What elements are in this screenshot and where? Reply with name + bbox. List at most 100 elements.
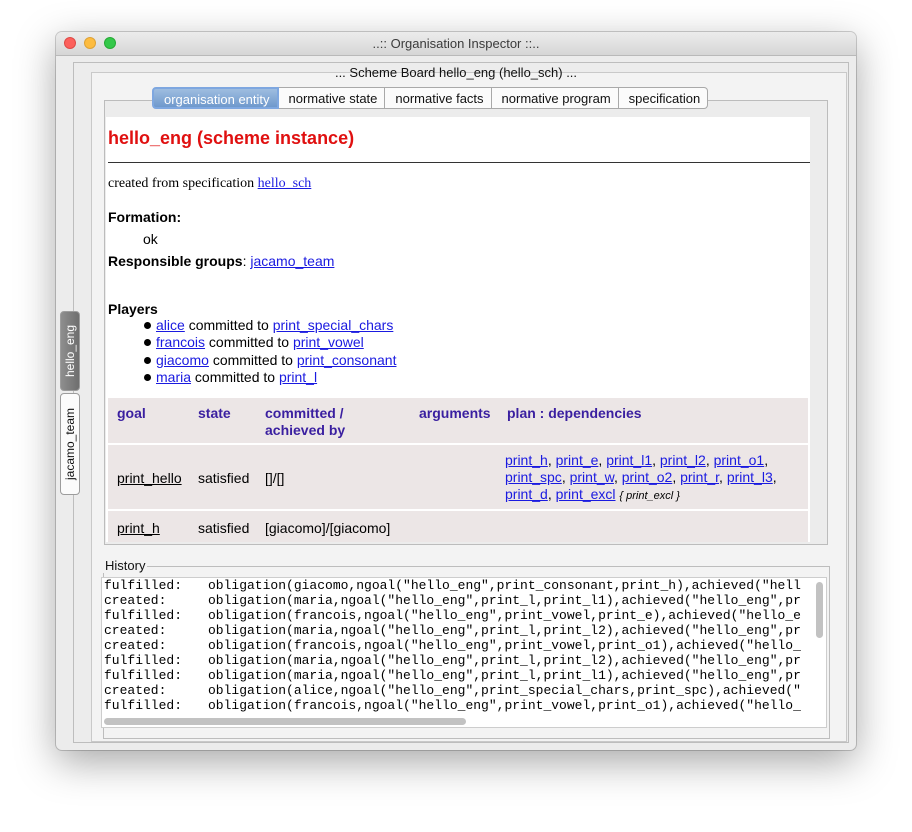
dep-link[interactable]: print_spc	[505, 469, 562, 485]
player-goal-link[interactable]: print_special_chars	[273, 317, 394, 333]
responsible-groups-line: Responsible groups: jacamo_team	[108, 253, 334, 269]
scrollbar-thumb[interactable]	[104, 718, 466, 725]
inspector-window: ..:: Organisation Inspector ::.. hello_e…	[56, 32, 856, 750]
player-goal-link[interactable]: print_l	[279, 369, 317, 385]
tab-specification[interactable]: specification	[618, 87, 709, 109]
history-horizontal-scrollbar[interactable]	[102, 715, 814, 727]
responsible-groups-sep: :	[242, 253, 247, 269]
history-vertical-scrollbar[interactable]	[816, 580, 824, 713]
history-label: History	[103, 558, 148, 573]
dep-link[interactable]: print_excl	[556, 486, 616, 502]
scrollbar-thumb[interactable]	[816, 582, 823, 638]
player-agent-link[interactable]: francois	[156, 334, 205, 350]
list-item: francois committed to print_vowel	[144, 334, 396, 351]
player-goal-link[interactable]: print_consonant	[297, 352, 397, 368]
history-entry-text: obligation(maria,ngoal("hello_eng",print…	[208, 668, 801, 683]
goal-state: satisfied	[198, 470, 250, 486]
history-entry: fulfilled: obligation(giacomo,ngoal("hell…	[104, 578, 801, 593]
history-entry: fulfilled: obligation(maria,ngoal("hello_…	[104, 653, 801, 668]
col-plan: plan : dependencies	[507, 405, 642, 421]
history-entry: created: obligation(maria,ngoal("hello_en…	[104, 593, 801, 608]
side-tab-hello-eng[interactable]: hello_eng	[60, 311, 80, 391]
player-agent-link[interactable]: alice	[156, 317, 185, 333]
history-entry-kind: fulfilled:	[104, 698, 183, 713]
player-agent-link[interactable]: giacomo	[156, 352, 209, 368]
col-arguments: arguments	[419, 405, 491, 421]
player-goal-link[interactable]: print_vowel	[293, 334, 364, 350]
goal-committed: []/[]	[265, 470, 285, 486]
history-log[interactable]: fulfilled: obligation(giacomo,ngoal("hell…	[101, 577, 827, 728]
dep-link[interactable]: print_l3	[727, 469, 773, 485]
responsible-groups-label: Responsible groups	[108, 253, 243, 269]
history-entry-text: obligation(maria,ngoal("hello_eng",print…	[208, 623, 801, 638]
history-entry-text: obligation(maria,ngoal("hello_eng",print…	[208, 653, 801, 668]
history-entry-text: obligation(alice,ngoal("hello_eng",print…	[208, 683, 801, 698]
goal-link[interactable]: print_h	[117, 520, 160, 536]
history-entry-text: obligation(giacomo,ngoal("hello_eng",pri…	[208, 578, 801, 593]
formation-value: ok	[143, 231, 158, 247]
player-text: committed to	[208, 334, 290, 351]
tab-normative-state[interactable]: normative state	[278, 87, 386, 109]
history-entry: created: obligation(maria,ngoal("hello_en…	[104, 623, 801, 638]
history-entry-kind: fulfilled:	[104, 578, 183, 593]
spec-link[interactable]: hello_sch	[258, 176, 312, 191]
col-committed: committed / achieved by	[265, 405, 345, 439]
player-agent-link[interactable]: maria	[156, 369, 191, 385]
dep-link[interactable]: print_o1	[714, 452, 765, 468]
history-entry: fulfilled: obligation(francois,ngoal("hel…	[104, 608, 801, 623]
side-tab-label: jacamo_team	[63, 407, 77, 481]
players-list: alice committed to print_special_chars f…	[144, 317, 396, 386]
side-tab-jacamo-team[interactable]: jacamo_team	[60, 393, 80, 495]
history-entry: created: obligation(francois,ngoal("hello…	[104, 638, 801, 653]
col-goal: goal	[117, 405, 146, 421]
history-lines: fulfilled: obligation(giacomo,ngoal("hell…	[104, 578, 801, 713]
players-label: Players	[108, 301, 158, 317]
table-row: print_h satisfied [giacomo]/[giacomo]	[108, 511, 808, 542]
tab-organisation-entity[interactable]: organisation entity	[152, 87, 279, 109]
dep-link[interactable]: print_o2	[622, 469, 673, 485]
tab-normative-facts[interactable]: normative facts	[385, 87, 492, 109]
dep-link[interactable]: print_h	[505, 452, 548, 468]
history-entry-kind: created:	[104, 623, 167, 638]
history-entry-kind: created:	[104, 638, 167, 653]
formation-label: Formation:	[108, 209, 182, 225]
dep-link[interactable]: print_w	[570, 469, 614, 485]
goal-link[interactable]: print_hello	[117, 470, 182, 486]
side-tab-label: hello_eng	[63, 324, 77, 378]
history-entry-kind: created:	[104, 593, 167, 608]
dep-link[interactable]: print_e	[556, 452, 599, 468]
title-bar: ..:: Organisation Inspector ::..	[56, 32, 856, 56]
board-title: ... Scheme Board hello_eng (hello_sch) .…	[334, 65, 578, 80]
responsible-group-link[interactable]: jacamo_team	[250, 253, 334, 269]
goals-table-header: goal state committed / achieved by argum…	[108, 398, 808, 443]
window-title: ..:: Organisation Inspector ::..	[372, 36, 540, 51]
player-text: committed to	[194, 368, 276, 385]
history-entry-kind: fulfilled:	[104, 668, 183, 683]
list-item: alice committed to print_special_chars	[144, 317, 396, 334]
history-entry-text: obligation(francois,ngoal("hello_eng",pr…	[208, 698, 801, 713]
history-entry: fulfilled: obligation(francois,ngoal("hel…	[104, 698, 801, 713]
created-from-text: created from specification	[108, 176, 255, 191]
dep-link[interactable]: print_d	[505, 486, 548, 502]
history-entry-kind: fulfilled:	[104, 608, 183, 623]
history-entry: fulfilled: obligation(maria,ngoal("hello_…	[104, 668, 801, 683]
dep-link[interactable]: print_r	[680, 469, 719, 485]
history-entry-text: obligation(francois,ngoal("hello_eng",pr…	[208, 608, 801, 623]
tab-normative-program[interactable]: normative program	[491, 87, 619, 109]
history-entry-kind: created:	[104, 683, 167, 698]
dep-link[interactable]: print_l2	[660, 452, 706, 468]
dep-note: { print_excl }	[619, 490, 680, 502]
goal-committed: [giacomo]/[giacomo]	[265, 520, 391, 536]
dep-link[interactable]: print_l1	[606, 452, 652, 468]
heading-divider	[108, 162, 810, 163]
tab-bar: organisation entity normative state norm…	[152, 87, 709, 109]
plan-dependencies: print_h, print_e, print_l1, print_l2, pr…	[505, 452, 777, 502]
history-entry-kind: fulfilled:	[104, 653, 183, 668]
table-row: print_hello satisfied []/[] print_h, pri…	[108, 445, 808, 509]
scheme-heading: hello_eng (scheme instance)	[108, 128, 355, 148]
player-text: committed to	[188, 317, 269, 333]
col-committed-line1: committed /	[265, 405, 344, 421]
list-item: giacomo committed to print_consonant	[144, 352, 396, 369]
history-entry: created: obligation(alice,ngoal("hello_en…	[104, 683, 801, 698]
col-committed-line2: achieved by	[265, 422, 346, 438]
